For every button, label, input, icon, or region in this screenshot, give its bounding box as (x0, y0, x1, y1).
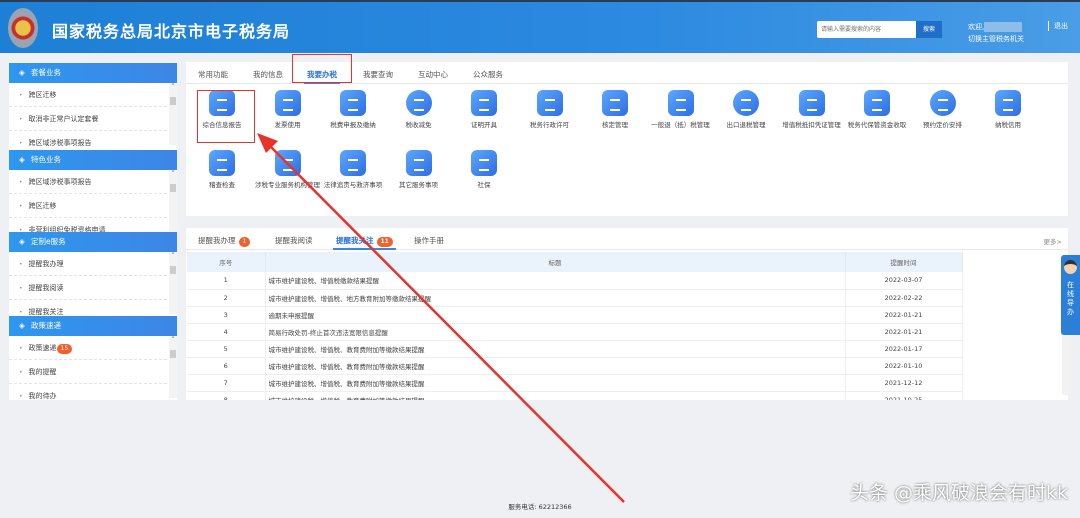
red-arrow-annotation (257, 133, 625, 503)
